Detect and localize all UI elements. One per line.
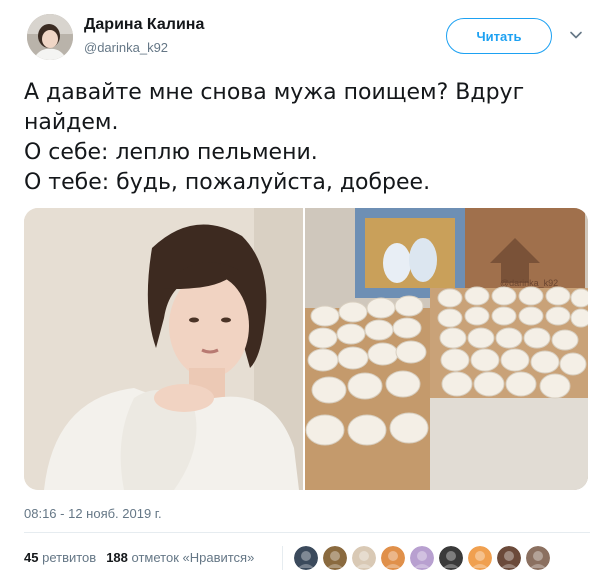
liker-avatar[interactable] <box>410 546 434 570</box>
liker-avatar[interactable] <box>352 546 376 570</box>
retweets-count: 45 <box>24 550 39 565</box>
tweet-line: А давайте мне снова мужа поищем? Вдруг <box>24 80 525 105</box>
liker-avatar[interactable] <box>468 546 492 570</box>
follow-button[interactable]: Читать <box>446 18 552 54</box>
selfie-photo[interactable] <box>24 208 303 490</box>
tweet-timestamp[interactable]: 08:16 - 12 нояб. 2019 г. <box>24 506 162 521</box>
author-name[interactable]: Дарина Калина <box>84 16 204 34</box>
likes-stat[interactable]: 188 отметок «Нравится» <box>106 550 254 565</box>
avatar-photo <box>27 14 73 60</box>
tweet-line: найдем. <box>24 110 119 135</box>
liker-avatar[interactable] <box>294 546 318 570</box>
likes-label: отметок «Нравится» <box>131 550 255 565</box>
tweet-text: А давайте мне снова мужа поищем? Вдруг н… <box>24 78 594 198</box>
liker-avatar[interactable] <box>497 546 521 570</box>
liker-avatar[interactable] <box>526 546 550 570</box>
tweet-line: О тебе: будь, пожалуйста, добрее. <box>24 170 431 195</box>
liker-avatar-image <box>352 546 376 570</box>
dumplings-photo[interactable]: @darinka_k92 <box>305 208 588 490</box>
board-watermark: @darinka_k92 <box>500 278 558 288</box>
stats-divider <box>282 546 283 570</box>
liker-avatar-image <box>497 546 521 570</box>
liker-avatars <box>294 546 550 570</box>
liker-avatar-image <box>294 546 318 570</box>
liker-avatar-image <box>468 546 492 570</box>
divider <box>24 532 590 533</box>
tweet-media: @darinka_k92 <box>24 208 588 490</box>
retweets-stat[interactable]: 45 ретвитов <box>24 550 96 565</box>
liker-avatar-image <box>323 546 347 570</box>
likes-count: 188 <box>106 550 128 565</box>
liker-avatar-image <box>439 546 463 570</box>
author-avatar[interactable] <box>27 14 73 60</box>
selfie-illustration <box>24 208 303 490</box>
liker-avatar[interactable] <box>439 546 463 570</box>
liker-avatar[interactable] <box>381 546 405 570</box>
retweets-label: ретвитов <box>42 550 97 565</box>
liker-avatar-image <box>526 546 550 570</box>
liker-avatar-image <box>381 546 405 570</box>
chevron-down-icon[interactable] <box>569 28 583 42</box>
author-handle[interactable]: @darinka_k92 <box>84 40 168 55</box>
tweet-stats: 45 ретвитов 188 отметок «Нравится» <box>24 550 254 565</box>
liker-avatar[interactable] <box>323 546 347 570</box>
liker-avatar-image <box>410 546 434 570</box>
dumplings-illustration: @darinka_k92 <box>305 208 588 490</box>
tweet-line: О себе: леплю пельмени. <box>24 140 318 165</box>
